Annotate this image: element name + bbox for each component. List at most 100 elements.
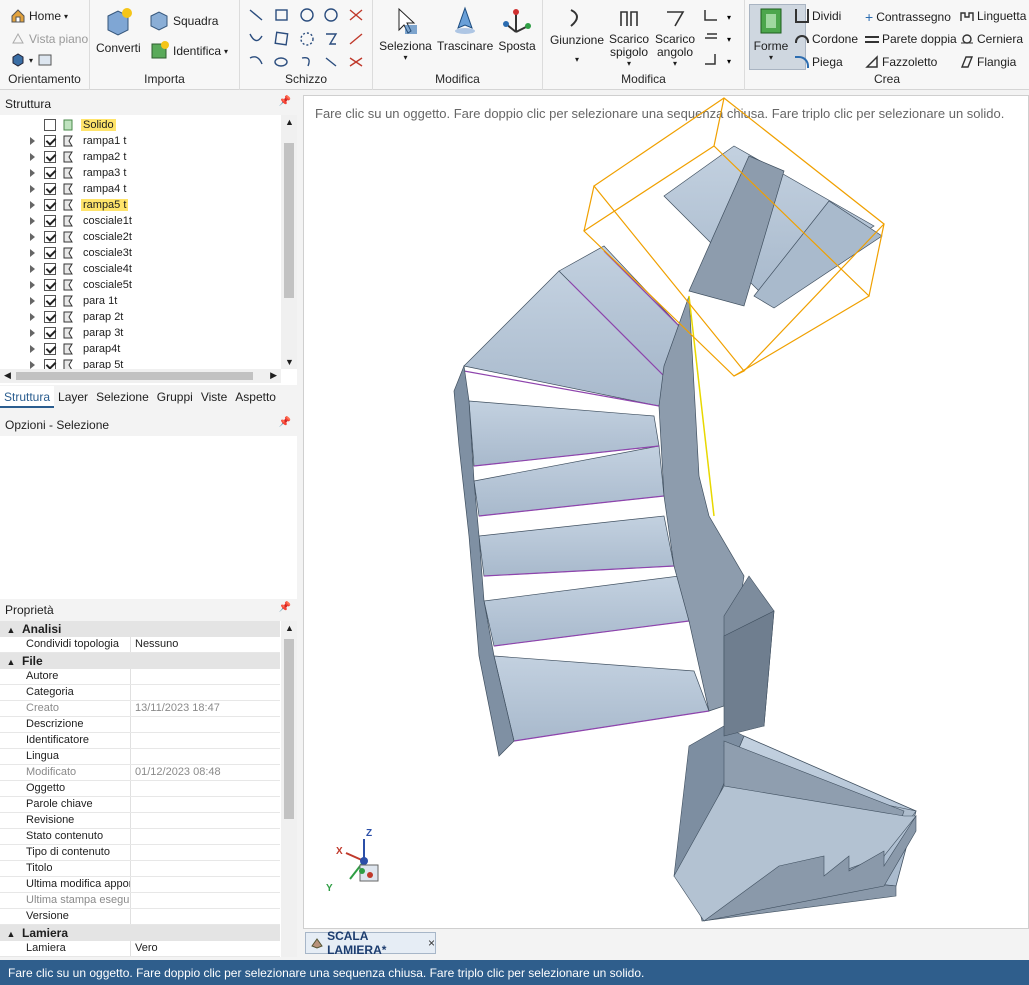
expand-arrow-icon[interactable] xyxy=(30,217,35,225)
visibility-checkbox[interactable] xyxy=(44,135,56,147)
property-value[interactable] xyxy=(131,749,135,764)
tree-item[interactable]: rampa4 t xyxy=(0,181,280,197)
visibility-checkbox[interactable] xyxy=(44,279,56,291)
expand-arrow-icon[interactable] xyxy=(30,233,35,241)
expand-arrow-icon[interactable] xyxy=(30,297,35,305)
visibility-checkbox[interactable] xyxy=(44,183,56,195)
close-icon[interactable]: × xyxy=(428,936,435,950)
visibility-checkbox[interactable] xyxy=(44,247,56,259)
property-row[interactable]: Categoria xyxy=(0,685,280,701)
property-row[interactable]: Parole chiave xyxy=(0,797,280,813)
property-row[interactable]: Creato 13/11/2023 18:47 xyxy=(0,701,280,717)
expand-arrow-icon[interactable] xyxy=(30,361,35,369)
scarico-angolo-button[interactable]: Scarico angolo ▾ xyxy=(653,6,697,68)
props-vertical-scrollbar[interactable]: ▲ xyxy=(281,621,297,957)
linguetta-button[interactable]: Linguetta xyxy=(960,9,1026,23)
scroll-down-icon[interactable]: ▼ xyxy=(285,357,294,367)
expand-arrow-icon[interactable] xyxy=(30,201,35,209)
property-value[interactable] xyxy=(131,845,135,860)
property-value[interactable]: Nessuno xyxy=(131,637,178,652)
tree-item[interactable]: parap4t xyxy=(0,341,280,357)
cordone-button[interactable]: Cordone xyxy=(795,32,858,46)
tree-item[interactable]: parap 2t xyxy=(0,309,280,325)
expand-arrow-icon[interactable] xyxy=(30,265,35,273)
pin-icon[interactable]: 📌 xyxy=(279,96,291,107)
pin-icon[interactable]: 📌 xyxy=(279,602,291,613)
property-row[interactable]: Versione xyxy=(0,909,280,925)
squadra-button[interactable]: Squadra xyxy=(148,10,218,32)
cerniera-button[interactable]: Cerniera xyxy=(960,32,1023,46)
tree-item[interactable]: rampa5 t xyxy=(0,197,280,213)
property-value[interactable] xyxy=(131,781,135,796)
property-row[interactable]: Lamiera Vero xyxy=(0,941,280,957)
vista-piano-button[interactable]: Vista piano xyxy=(10,31,88,47)
property-value[interactable] xyxy=(131,861,135,876)
expand-arrow-icon[interactable] xyxy=(30,345,35,353)
expand-arrow-icon[interactable] xyxy=(30,313,35,321)
expand-arrow-icon[interactable] xyxy=(30,329,35,337)
visibility-checkbox[interactable] xyxy=(44,167,56,179)
tab-struttura[interactable]: Struttura xyxy=(0,386,55,408)
property-row[interactable]: Ultima stampa eseguit xyxy=(0,893,280,909)
tab-aspetto[interactable]: Aspetto xyxy=(231,386,280,408)
visibility-checkbox[interactable] xyxy=(44,295,56,307)
visibility-checkbox[interactable] xyxy=(44,119,56,131)
visibility-checkbox[interactable] xyxy=(44,343,56,355)
parete-doppia-button[interactable]: Parete doppia xyxy=(865,32,957,46)
visibility-checkbox[interactable] xyxy=(44,199,56,211)
3d-viewport[interactable]: Fare clic su un oggetto. Fare doppio cli… xyxy=(303,95,1029,929)
property-value[interactable] xyxy=(131,685,135,700)
visibility-checkbox[interactable] xyxy=(44,215,56,227)
sposta-button[interactable]: Sposta xyxy=(495,6,539,53)
flangia-button[interactable]: Flangia xyxy=(960,55,1016,69)
expand-arrow-icon[interactable] xyxy=(30,137,35,145)
expand-arrow-icon[interactable] xyxy=(30,153,35,161)
visibility-checkbox[interactable] xyxy=(44,151,56,163)
property-value[interactable]: Vero xyxy=(131,941,158,956)
expand-arrow-icon[interactable] xyxy=(30,281,35,289)
tree-item[interactable]: rampa1 t xyxy=(0,133,280,149)
props-scroll-thumb[interactable] xyxy=(284,639,294,819)
tree-item[interactable]: rampa3 t xyxy=(0,165,280,181)
expand-arrow-icon[interactable] xyxy=(30,249,35,257)
tab-viste[interactable]: Viste xyxy=(197,386,231,408)
property-value[interactable] xyxy=(131,669,135,684)
property-value[interactable] xyxy=(131,797,135,812)
forme-button[interactable]: Forme ▾ xyxy=(751,6,791,62)
tree-item[interactable]: para 1t xyxy=(0,293,280,309)
tab-layer[interactable]: Layer xyxy=(54,386,92,408)
home-button[interactable]: Home ▾ xyxy=(10,8,68,24)
scarico-spigolo-button[interactable]: Scarico spigolo ▾ xyxy=(607,6,651,68)
tree-item[interactable]: cosciale1t xyxy=(0,213,280,229)
identifica-button[interactable]: Identifica ▾ xyxy=(148,40,228,62)
contrassegno-button[interactable]: + Contrassegno xyxy=(865,9,951,25)
stair-model[interactable] xyxy=(304,96,1029,930)
pin-icon[interactable]: 📌 xyxy=(279,417,291,428)
collapse-icon[interactable]: ▲ xyxy=(0,622,22,638)
tab-selezione[interactable]: Selezione xyxy=(92,386,153,408)
tree-vertical-scrollbar[interactable]: ▲ ▼ xyxy=(281,115,297,369)
fazzoletto-button[interactable]: Fazzoletto xyxy=(865,55,937,69)
property-category-analisi[interactable]: ▲ Analisi xyxy=(0,621,280,637)
property-value[interactable] xyxy=(131,813,135,828)
property-row[interactable]: Revisione xyxy=(0,813,280,829)
document-tab[interactable]: SCALA LAMIERA* × xyxy=(305,929,436,957)
property-row[interactable]: Oggetto xyxy=(0,781,280,797)
property-row[interactable]: Tipo di contenuto xyxy=(0,845,280,861)
scroll-up-icon[interactable]: ▲ xyxy=(285,623,294,633)
property-row[interactable]: Ultima modifica apport xyxy=(0,877,280,893)
property-value[interactable] xyxy=(131,717,135,732)
expand-arrow-icon[interactable] xyxy=(30,185,35,193)
giunzione-button[interactable]: Giunzione ▾ xyxy=(549,6,605,64)
property-row[interactable]: Descrizione xyxy=(0,717,280,733)
property-value[interactable]: 13/11/2023 18:47 xyxy=(131,701,220,716)
property-category-file[interactable]: ▲ File xyxy=(0,653,280,669)
tree-item[interactable]: cosciale3t xyxy=(0,245,280,261)
visibility-checkbox[interactable] xyxy=(44,231,56,243)
tree-hscroll-thumb[interactable] xyxy=(16,372,253,380)
trascinare-button[interactable]: Trascinare xyxy=(437,6,493,53)
piega-button[interactable]: Piega xyxy=(795,55,843,69)
property-row[interactable]: Lingua xyxy=(0,749,280,765)
small-modify-tools[interactable]: ▾ ▾ ▾ xyxy=(701,6,741,72)
scroll-up-icon[interactable]: ▲ xyxy=(285,117,294,127)
